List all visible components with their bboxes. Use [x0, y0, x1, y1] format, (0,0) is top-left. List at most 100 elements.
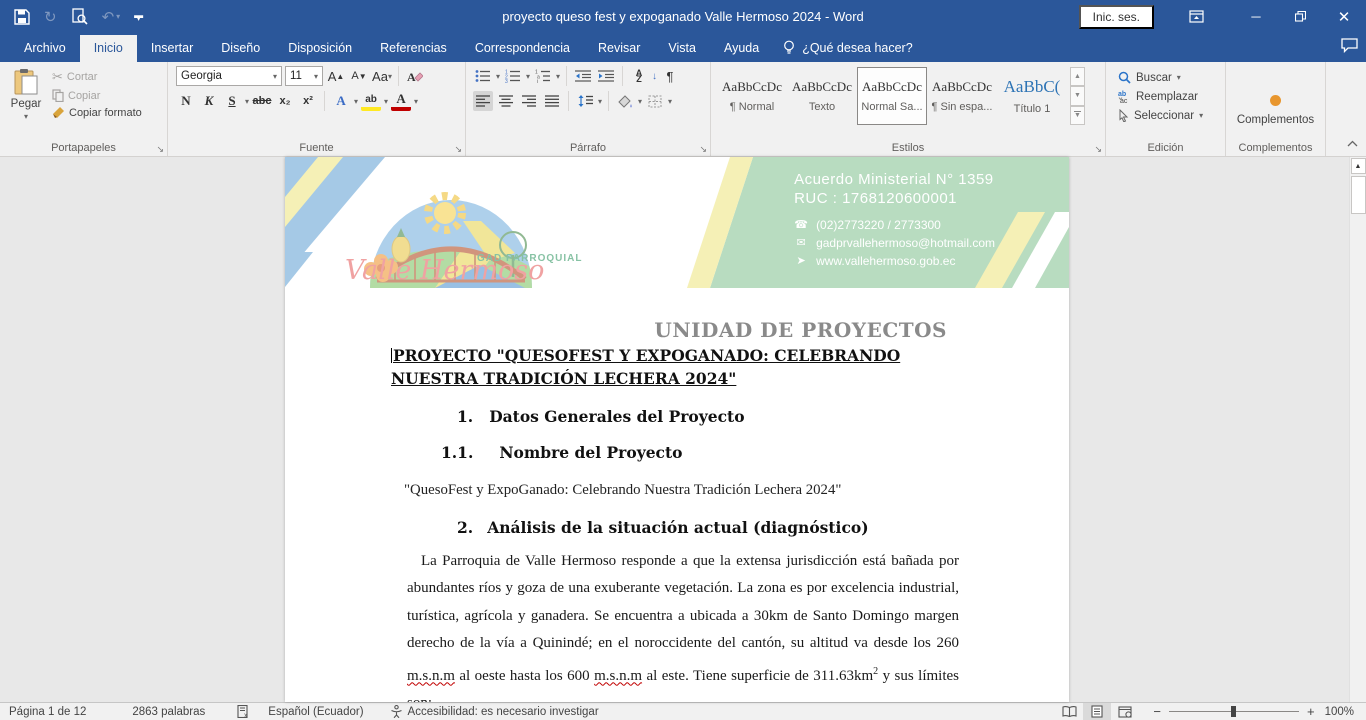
tab-referencias[interactable]: Referencias	[366, 35, 461, 62]
accessibility-status[interactable]: Accesibilidad: es necesario investigar	[381, 705, 608, 718]
style-normal-sa[interactable]: AaBbCcDc Normal Sa...	[857, 67, 927, 125]
show-paragraph-marks-button[interactable]: ¶	[660, 66, 680, 86]
decrease-indent-button[interactable]	[573, 66, 593, 86]
document-page[interactable]: GAD PARROQUIAL Valle Hermoso Acuerdo Min…	[285, 157, 1069, 702]
multilevel-list-button[interactable]: 1ai	[533, 66, 553, 86]
tab-disposicion[interactable]: Disposición	[274, 35, 366, 62]
styles-more-button[interactable]: ▼	[1070, 106, 1085, 125]
page-indicator[interactable]: Página 1 de 12	[0, 706, 95, 718]
zoom-in-button[interactable]: +	[1307, 704, 1315, 719]
tab-ayuda[interactable]: Ayuda	[710, 35, 773, 62]
bold-button[interactable]: N	[176, 91, 196, 111]
project-name-line[interactable]: "QuesoFest y ExpoGanado: Celebrando Nues…	[404, 482, 1069, 499]
clear-formatting-button[interactable]: A	[405, 66, 425, 86]
text-effects-button[interactable]: A	[331, 91, 351, 111]
numbering-button[interactable]: 123	[503, 66, 523, 86]
grow-font-button[interactable]: A▲	[326, 66, 346, 86]
zoom-handle[interactable]	[1231, 706, 1236, 717]
proofing-status-icon[interactable]: x	[228, 705, 259, 718]
read-mode-button[interactable]	[1055, 703, 1083, 720]
customize-qat-icon[interactable]: ▬▾	[134, 13, 143, 21]
zoom-slider[interactable]: − +	[1153, 704, 1314, 719]
comments-icon[interactable]	[1341, 38, 1358, 58]
document-title[interactable]: PROYECTO "QUESOFEST Y EXPOGANADO: CELEBR…	[391, 345, 969, 390]
save-icon[interactable]	[14, 9, 30, 25]
style-texto[interactable]: AaBbCcDc Texto	[787, 67, 857, 125]
scrollbar-thumb[interactable]	[1351, 176, 1366, 214]
bullets-dropdown-arrow[interactable]: ▾	[496, 72, 500, 81]
zoom-track[interactable]	[1169, 711, 1299, 712]
styles-dialog-launcher[interactable]: ↘	[1094, 145, 1102, 154]
font-size-select[interactable]: 11▾	[285, 66, 323, 86]
clipboard-dialog-launcher[interactable]: ↘	[156, 145, 164, 154]
select-button[interactable]: Seleccionar▾	[1118, 109, 1215, 122]
ribbon-display-options-icon[interactable]	[1176, 0, 1216, 33]
tab-revisar[interactable]: Revisar	[584, 35, 654, 62]
line-spacing-dropdown-arrow[interactable]: ▾	[598, 97, 602, 106]
close-button[interactable]: ✕	[1322, 0, 1366, 33]
tab-diseno[interactable]: Diseño	[207, 35, 274, 62]
styles-scroll-down[interactable]: ▼	[1070, 86, 1085, 105]
paragraph-dialog-launcher[interactable]: ↘	[699, 145, 707, 154]
align-center-button[interactable]	[496, 91, 516, 111]
heading-1[interactable]: 1. Datos Generales del Proyecto	[457, 407, 1069, 426]
sign-in-button[interactable]: Inic. ses.	[1079, 5, 1154, 29]
shading-button[interactable]	[615, 91, 635, 111]
italic-button[interactable]: K	[199, 91, 219, 111]
heading-2[interactable]: 2. Análisis de la situación actual (diag…	[457, 518, 1069, 537]
borders-dropdown-arrow[interactable]: ▾	[668, 97, 672, 106]
heading-1-1[interactable]: 1.1. Nombre del Proyecto	[441, 443, 1069, 462]
font-color-button[interactable]: A	[391, 91, 411, 111]
line-spacing-button[interactable]	[575, 91, 595, 111]
collapse-ribbon-icon[interactable]	[1347, 134, 1358, 152]
shading-dropdown-arrow[interactable]: ▾	[638, 97, 642, 106]
borders-button[interactable]	[645, 91, 665, 111]
style-sin-espaciado[interactable]: AaBbCcDc ¶ Sin espa...	[927, 67, 997, 125]
web-layout-button[interactable]	[1111, 703, 1139, 720]
scroll-up-button[interactable]: ▲	[1351, 158, 1366, 174]
styles-scroll-up[interactable]: ▲	[1070, 67, 1085, 86]
word-count[interactable]: 2863 palabras	[123, 706, 214, 718]
paste-button[interactable]: Pegar ▾	[2, 65, 50, 121]
print-preview-icon[interactable]	[71, 8, 88, 25]
font-dialog-launcher[interactable]: ↘	[454, 145, 462, 154]
replace-button[interactable]: abac Reemplazar	[1118, 90, 1215, 103]
style-normal[interactable]: AaBbCcDc ¶ Normal	[717, 67, 787, 125]
tab-correspondencia[interactable]: Correspondencia	[461, 35, 584, 62]
tab-inicio[interactable]: Inicio	[80, 35, 137, 62]
align-left-button[interactable]	[473, 91, 493, 111]
underline-button[interactable]: S	[222, 91, 242, 111]
change-case-button[interactable]: Aa▾	[372, 66, 392, 86]
strikethrough-button[interactable]: abc	[252, 91, 272, 111]
print-layout-button[interactable]	[1083, 703, 1111, 720]
font-family-select[interactable]: Georgia▾	[176, 66, 282, 86]
zoom-out-button[interactable]: −	[1153, 704, 1161, 719]
numbering-dropdown-arrow[interactable]: ▾	[526, 72, 530, 81]
format-painter-button[interactable]: Copiar formato	[52, 106, 142, 119]
style-titulo1[interactable]: AaBbC( Título 1	[997, 67, 1067, 125]
underline-dropdown-arrow[interactable]: ▾	[245, 97, 249, 106]
align-right-button[interactable]	[519, 91, 539, 111]
tell-me-box[interactable]: ¿Qué desea hacer?	[773, 34, 923, 62]
increase-indent-button[interactable]	[596, 66, 616, 86]
highlight-dropdown-arrow[interactable]: ▾	[384, 97, 388, 106]
bullets-button[interactable]	[473, 66, 493, 86]
tab-vista[interactable]: Vista	[654, 35, 710, 62]
tab-insertar[interactable]: Insertar	[137, 35, 207, 62]
justify-button[interactable]	[542, 91, 562, 111]
superscript-button[interactable]: x²	[298, 91, 318, 111]
multilevel-dropdown-arrow[interactable]: ▾	[556, 72, 560, 81]
minimize-button[interactable]: ─	[1234, 0, 1278, 33]
restore-button[interactable]	[1278, 0, 1322, 33]
subscript-button[interactable]: x₂	[275, 91, 295, 111]
zoom-percentage[interactable]: 100%	[1325, 706, 1366, 718]
font-color-dropdown-arrow[interactable]: ▾	[414, 97, 418, 106]
vertical-scrollbar[interactable]: ▲	[1349, 157, 1366, 702]
sort-button[interactable]: AZ	[629, 66, 649, 86]
body-paragraph[interactable]: La Parroquia de Valle Hermoso responde a…	[407, 548, 959, 702]
tab-archivo[interactable]: Archivo	[10, 35, 80, 62]
find-button[interactable]: Buscar▾	[1118, 71, 1215, 84]
highlight-button[interactable]: ab	[361, 91, 381, 111]
language-indicator[interactable]: Español (Ecuador)	[259, 706, 372, 718]
shrink-font-button[interactable]: A▼	[349, 66, 369, 86]
